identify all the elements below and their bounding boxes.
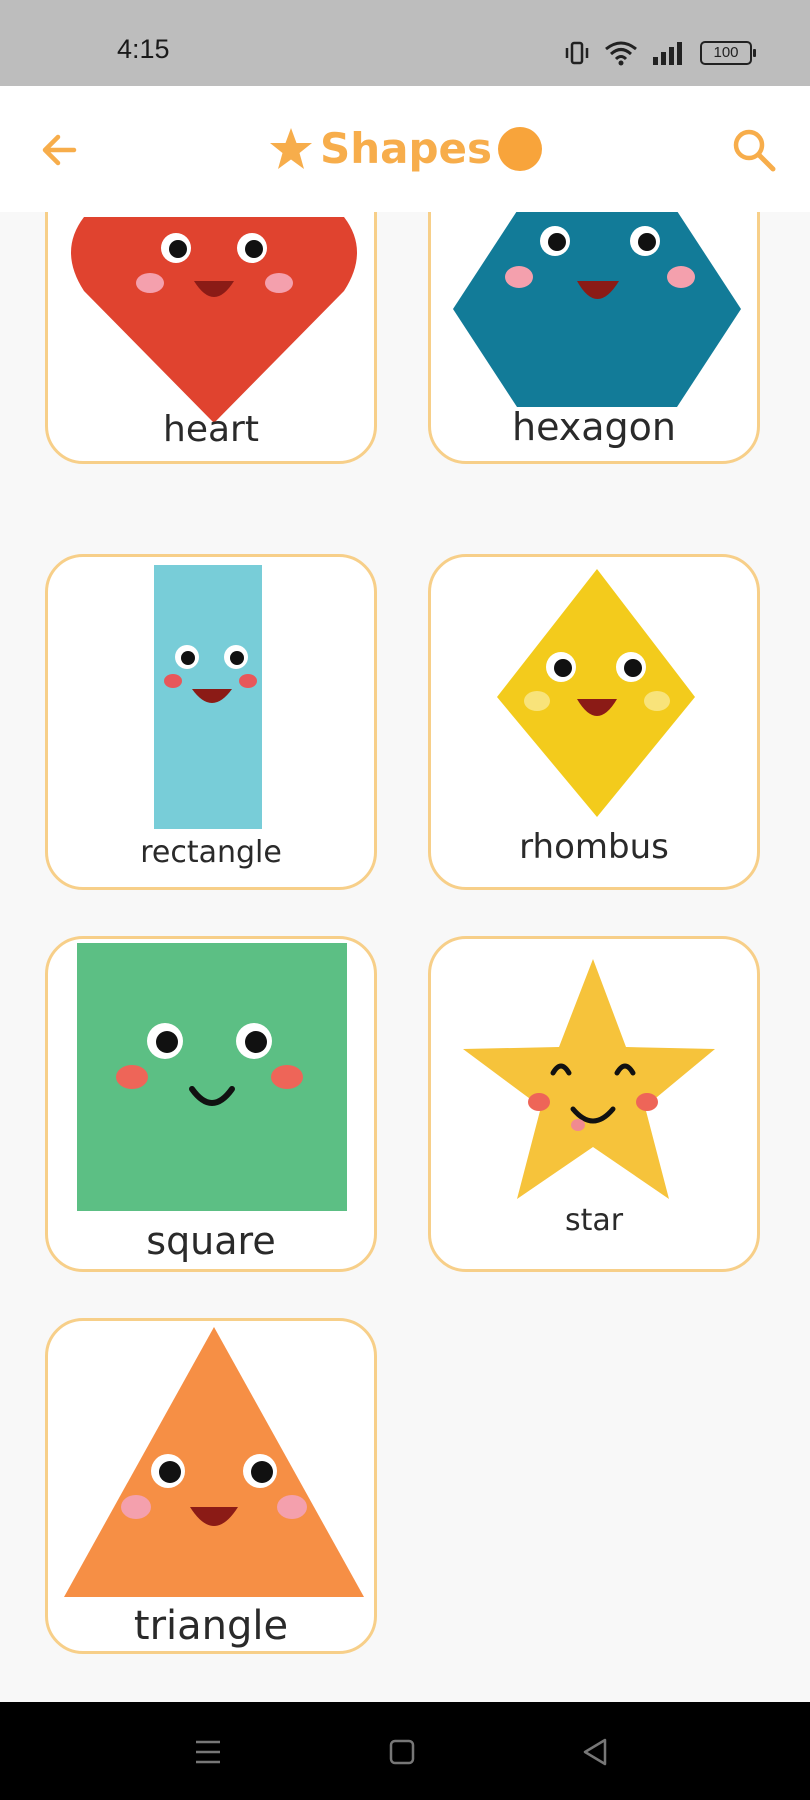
- shape-card-square[interactable]: square: [45, 936, 377, 1272]
- shape-label: square: [146, 1219, 276, 1263]
- shape-label: triangle: [133, 1603, 289, 1649]
- battery-icon: 100: [700, 41, 756, 65]
- back-triangle-icon[interactable]: [576, 1732, 616, 1772]
- shape-label: heart: [163, 409, 259, 450]
- orange-dot-icon: [498, 126, 543, 171]
- star-icon: [269, 127, 312, 169]
- shape-label: hexagon: [511, 405, 677, 449]
- home-square-icon[interactable]: [382, 1732, 422, 1772]
- shape-card-hexagon[interactable]: hexagon: [428, 212, 760, 464]
- page-title: Shapes: [0, 124, 810, 173]
- menu-icon[interactable]: [188, 1732, 228, 1772]
- page-title-text: Shapes: [319, 124, 493, 173]
- shape-label: rhombus: [519, 827, 669, 867]
- app-bar: Shapes: [0, 86, 810, 212]
- status-time: 4:15: [117, 34, 170, 64]
- shape-card-star[interactable]: star: [428, 936, 760, 1272]
- status-bar: 4:15 100: [0, 0, 810, 86]
- shape-label: rectangle: [140, 835, 282, 870]
- shape-card-triangle[interactable]: triangle: [45, 1318, 377, 1654]
- vibrate-icon: [565, 41, 589, 65]
- status-icons: 100: [564, 40, 756, 66]
- shape-card-heart[interactable]: heart: [45, 212, 377, 464]
- wifi-icon: [605, 41, 637, 66]
- signal-icon: [653, 42, 682, 65]
- system-nav-bar: [0, 1702, 810, 1800]
- search-icon[interactable]: [728, 124, 780, 176]
- shape-card-rhombus[interactable]: rhombus: [428, 554, 760, 890]
- shape-card-rectangle[interactable]: rectangle: [45, 554, 377, 890]
- shape-label: star: [564, 1203, 624, 1238]
- shape-grid[interactable]: heart hexagon rectangle rhombus square s…: [0, 212, 810, 1702]
